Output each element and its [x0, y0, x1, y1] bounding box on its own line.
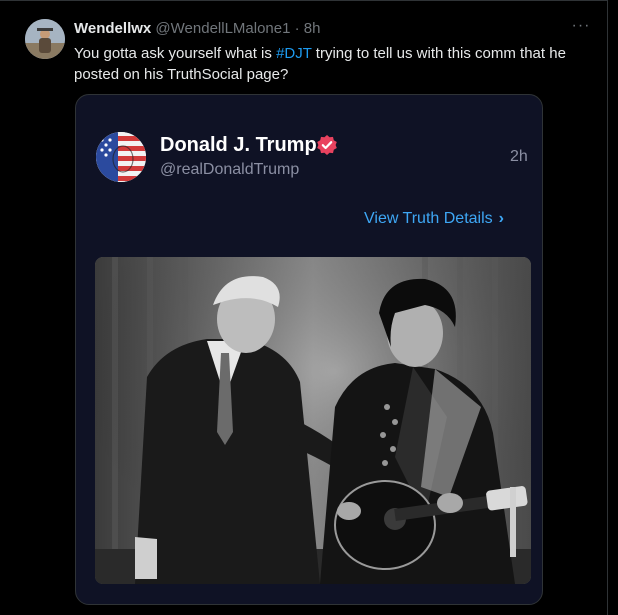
- embed-handle[interactable]: @realDonaldTrump: [160, 160, 299, 180]
- view-truth-details-link[interactable]: View Truth Details ›: [364, 209, 504, 229]
- tweet[interactable]: Wendellwx @WendellLMalone1 · 8h ··· You …: [0, 0, 608, 615]
- tweet-text-part: You gotta ask yourself what is: [74, 45, 277, 62]
- embedded-photo[interactable]: [95, 257, 531, 584]
- tweet-text: You gotta ask yourself what is #DJT tryi…: [74, 43, 594, 85]
- view-truth-details-label: View Truth Details: [364, 210, 493, 227]
- embed-time: 2h: [510, 148, 528, 165]
- chevron-right-icon: ›: [498, 210, 504, 227]
- author-handle[interactable]: @WendellLMalone1: [155, 20, 290, 37]
- tweet-header: Wendellwx @WendellLMalone1 · 8h: [74, 19, 320, 39]
- author-avatar[interactable]: [25, 19, 65, 59]
- hashtag-link[interactable]: #DJT: [276, 45, 312, 62]
- embed-display-name[interactable]: Donald J. Trump: [160, 133, 317, 157]
- tweet-time[interactable]: 8h: [304, 20, 321, 37]
- author-avatar-image: [25, 19, 65, 59]
- black-and-white-photo: [95, 257, 531, 584]
- verified-badge-icon: [316, 134, 338, 156]
- flag-portrait-image: [96, 132, 146, 182]
- embedded-truth-card[interactable]: Donald J. Trump @realDonaldTrump 2h View…: [75, 94, 543, 605]
- author-name[interactable]: Wendellwx: [74, 20, 151, 37]
- trump-avatar[interactable]: [96, 132, 146, 182]
- separator: ·: [290, 20, 304, 37]
- more-icon[interactable]: ···: [570, 18, 592, 40]
